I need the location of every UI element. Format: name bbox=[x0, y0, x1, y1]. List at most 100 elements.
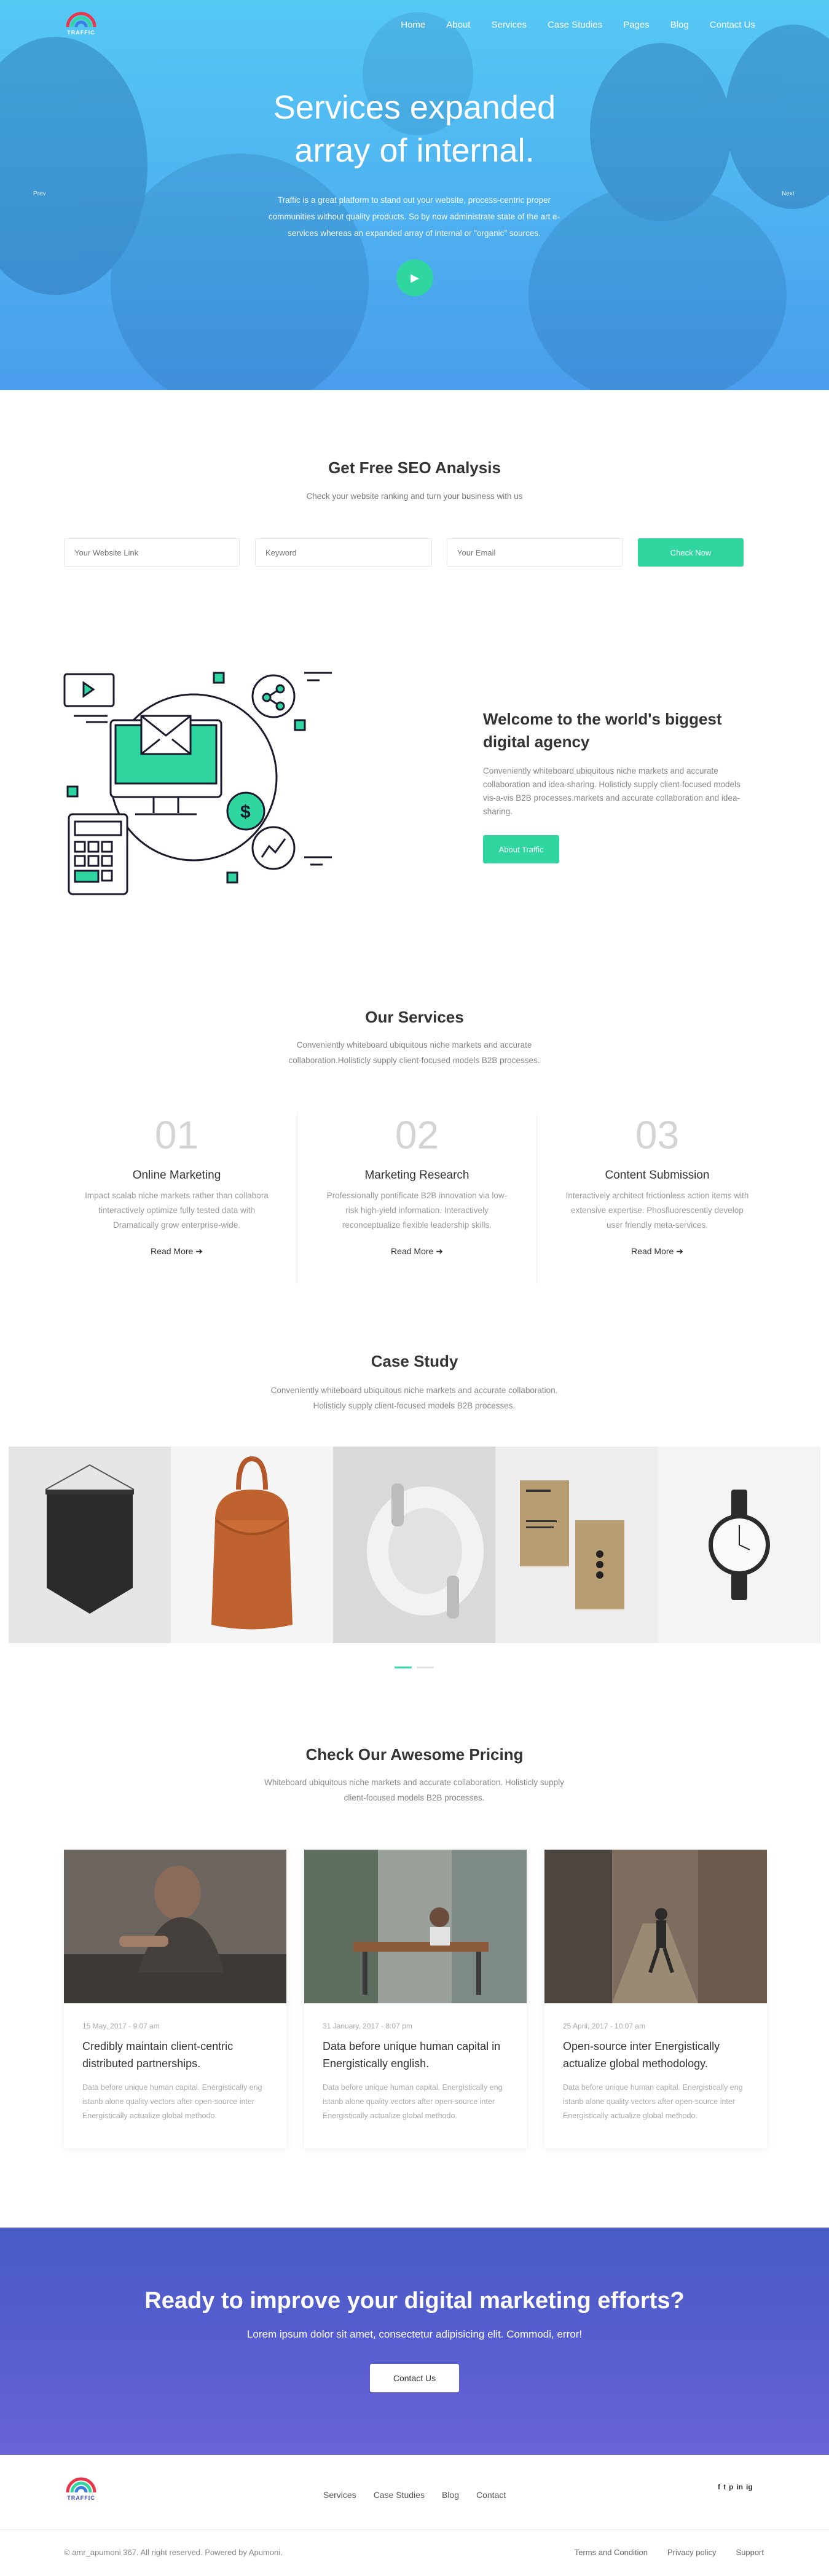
case-item-backpack[interactable] bbox=[171, 1447, 333, 1643]
chair-image bbox=[367, 1483, 484, 1619]
post-excerpt: Data before unique human capital. Energi… bbox=[82, 2083, 262, 2120]
read-more-label: Read More bbox=[151, 1246, 194, 1256]
instagram-icon[interactable]: ig bbox=[746, 2483, 753, 2491]
slider-next-button[interactable]: Next bbox=[782, 190, 795, 197]
check-now-button[interactable]: Check Now bbox=[638, 538, 744, 567]
arrow-right-icon: ➜ bbox=[436, 1246, 443, 1256]
watch-image bbox=[709, 1490, 770, 1600]
carousel-dot-active[interactable] bbox=[395, 1667, 412, 1668]
play-icon: ▶ bbox=[411, 271, 419, 284]
hero-text: Traffic is a great platform to stand out… bbox=[268, 195, 560, 238]
support-link[interactable]: Support bbox=[736, 2548, 764, 2557]
service-name: Online Marketing bbox=[132, 1169, 221, 1182]
read-more-link[interactable]: Read More ➜ bbox=[57, 1246, 297, 1257]
hero-section: TRAFFIC Home About Services Case Studies… bbox=[0, 0, 829, 390]
post-date: 15 May, 2017 - 9:07 am bbox=[82, 2022, 160, 2030]
service-card: 01 Online Marketing Impact scalab niche … bbox=[57, 1112, 297, 1284]
service-desc: Impact scalab niche markets rather than … bbox=[85, 1191, 269, 1230]
cta-title: Ready to improve your digital marketing … bbox=[144, 2288, 685, 2314]
pricing-title: Check Our Awesome Pricing bbox=[305, 1745, 524, 1764]
post-title[interactable]: Data before unique human capital in Ener… bbox=[323, 2038, 508, 2072]
hero-title-line1: Services expanded bbox=[273, 89, 556, 126]
post-title[interactable]: Credibly maintain client-centric distrib… bbox=[82, 2038, 268, 2072]
digital-marketing-illustration: $ bbox=[63, 672, 332, 895]
twitter-icon[interactable]: t bbox=[723, 2483, 726, 2491]
welcome-title: Welcome to the world's biggest digital a… bbox=[483, 710, 722, 751]
footer-divider bbox=[0, 2529, 829, 2530]
footer-nav: Services Case Studies Blog Contact bbox=[323, 2490, 506, 2500]
post-date: 31 January, 2017 - 8:07 pm bbox=[323, 2022, 412, 2030]
hero-title: Services expanded array of internal. bbox=[0, 86, 829, 172]
main-nav: Home About Services Case Studies Pages B… bbox=[401, 20, 755, 30]
services-title: Our Services bbox=[365, 1008, 464, 1026]
footer-link-contact[interactable]: Contact bbox=[476, 2490, 506, 2500]
pricing-card[interactable]: 25 April, 2017 - 10:07 am Open-source in… bbox=[544, 1850, 767, 2148]
footer-link-case-studies[interactable]: Case Studies bbox=[374, 2490, 425, 2500]
cta-text: Lorem ipsum dolor sit amet, consectetur … bbox=[246, 2328, 583, 2340]
linkedin-icon[interactable]: in bbox=[736, 2483, 743, 2491]
nav-item-about[interactable]: About bbox=[446, 20, 470, 30]
nav-item-case-studies[interactable]: Case Studies bbox=[548, 20, 602, 30]
nav-item-services[interactable]: Services bbox=[491, 20, 527, 30]
carousel-dots bbox=[395, 1667, 434, 1668]
nav-item-contact-us[interactable]: Contact Us bbox=[710, 20, 755, 30]
nav-item-blog[interactable]: Blog bbox=[670, 20, 689, 30]
pricing-subtitle: Whiteboard ubiquitous niche markets and … bbox=[264, 1778, 564, 1802]
seo-title: Get Free SEO Analysis bbox=[328, 458, 501, 477]
service-name: Marketing Research bbox=[364, 1169, 470, 1182]
copyright-text: © amr_apumoni 367. All right reserved. P… bbox=[64, 2548, 283, 2557]
read-more-link[interactable]: Read More ➜ bbox=[537, 1246, 777, 1257]
footer-brand-name: TRAFFIC bbox=[67, 2495, 95, 2501]
service-number: 03 bbox=[635, 1113, 680, 1157]
case-item-chair[interactable] bbox=[333, 1447, 495, 1643]
website-link-input[interactable] bbox=[64, 538, 240, 567]
about-traffic-button[interactable]: About Traffic bbox=[483, 835, 559, 863]
case-item-business-cards[interactable] bbox=[495, 1447, 658, 1643]
pennant-image bbox=[45, 1464, 135, 1614]
facebook-icon[interactable]: f bbox=[718, 2483, 720, 2491]
nav-item-home[interactable]: Home bbox=[401, 20, 425, 30]
service-card: 02 Marketing Research Professionally pon… bbox=[297, 1112, 537, 1284]
service-card: 03 Content Submission Interactively arch… bbox=[537, 1112, 777, 1284]
legal-links: Terms and Condition Privacy policy Suppo… bbox=[575, 2548, 764, 2557]
nav-item-pages[interactable]: Pages bbox=[623, 20, 650, 30]
case-item-pennant[interactable] bbox=[9, 1447, 171, 1643]
service-desc: Professionally pontificate B2B innovatio… bbox=[326, 1191, 508, 1230]
post-date: 25 April, 2017 - 10:07 am bbox=[563, 2022, 646, 2030]
pinterest-icon[interactable]: p bbox=[729, 2483, 733, 2491]
service-name: Content Submission bbox=[605, 1169, 710, 1182]
footer-logo[interactable]: TRAFFIC bbox=[64, 2476, 98, 2501]
hero-title-line2: array of internal. bbox=[294, 132, 535, 169]
contact-us-button[interactable]: Contact Us bbox=[370, 2364, 459, 2392]
post-title[interactable]: Open-source inter Energistically actuali… bbox=[563, 2038, 748, 2072]
case-study-title: Case Study bbox=[371, 1352, 458, 1370]
services-subtitle: Conveniently whiteboard ubiquitous niche… bbox=[288, 1040, 540, 1065]
pricing-card[interactable]: 31 January, 2017 - 8:07 pm Data before u… bbox=[304, 1850, 527, 2148]
service-number: 01 bbox=[154, 1113, 199, 1157]
case-study-carousel bbox=[9, 1447, 820, 1643]
play-video-button[interactable]: ▶ bbox=[396, 259, 433, 296]
carousel-dot[interactable] bbox=[417, 1667, 434, 1668]
street-walker-image bbox=[544, 1850, 767, 2003]
service-number: 02 bbox=[395, 1113, 439, 1157]
terms-link[interactable]: Terms and Condition bbox=[575, 2548, 648, 2557]
cta-section: Ready to improve your digital marketing … bbox=[0, 2228, 829, 2455]
pricing-card[interactable]: 15 May, 2017 - 9:07 am Credibly maintain… bbox=[64, 1850, 286, 2148]
privacy-link[interactable]: Privacy policy bbox=[667, 2548, 716, 2557]
post-excerpt: Data before unique human capital. Energi… bbox=[563, 2083, 743, 2120]
brand-logo[interactable]: TRAFFIC bbox=[64, 11, 98, 36]
case-item-watch[interactable] bbox=[658, 1447, 820, 1643]
slider-prev-button[interactable]: Prev bbox=[33, 190, 46, 197]
social-links: f t p in ig bbox=[718, 2483, 753, 2491]
footer-link-blog[interactable]: Blog bbox=[442, 2490, 459, 2500]
keyword-input[interactable] bbox=[255, 538, 432, 567]
read-more-link[interactable]: Read More ➜ bbox=[297, 1246, 536, 1257]
read-more-label: Read More bbox=[391, 1246, 434, 1256]
craftsman-image bbox=[64, 1850, 286, 2003]
post-excerpt: Data before unique human capital. Energi… bbox=[323, 2083, 503, 2120]
svg-text:$: $ bbox=[240, 802, 251, 822]
brand-name: TRAFFIC bbox=[67, 29, 95, 36]
email-input[interactable] bbox=[447, 538, 623, 567]
footer-link-services[interactable]: Services bbox=[323, 2490, 356, 2500]
arrow-right-icon: ➜ bbox=[676, 1246, 683, 1256]
